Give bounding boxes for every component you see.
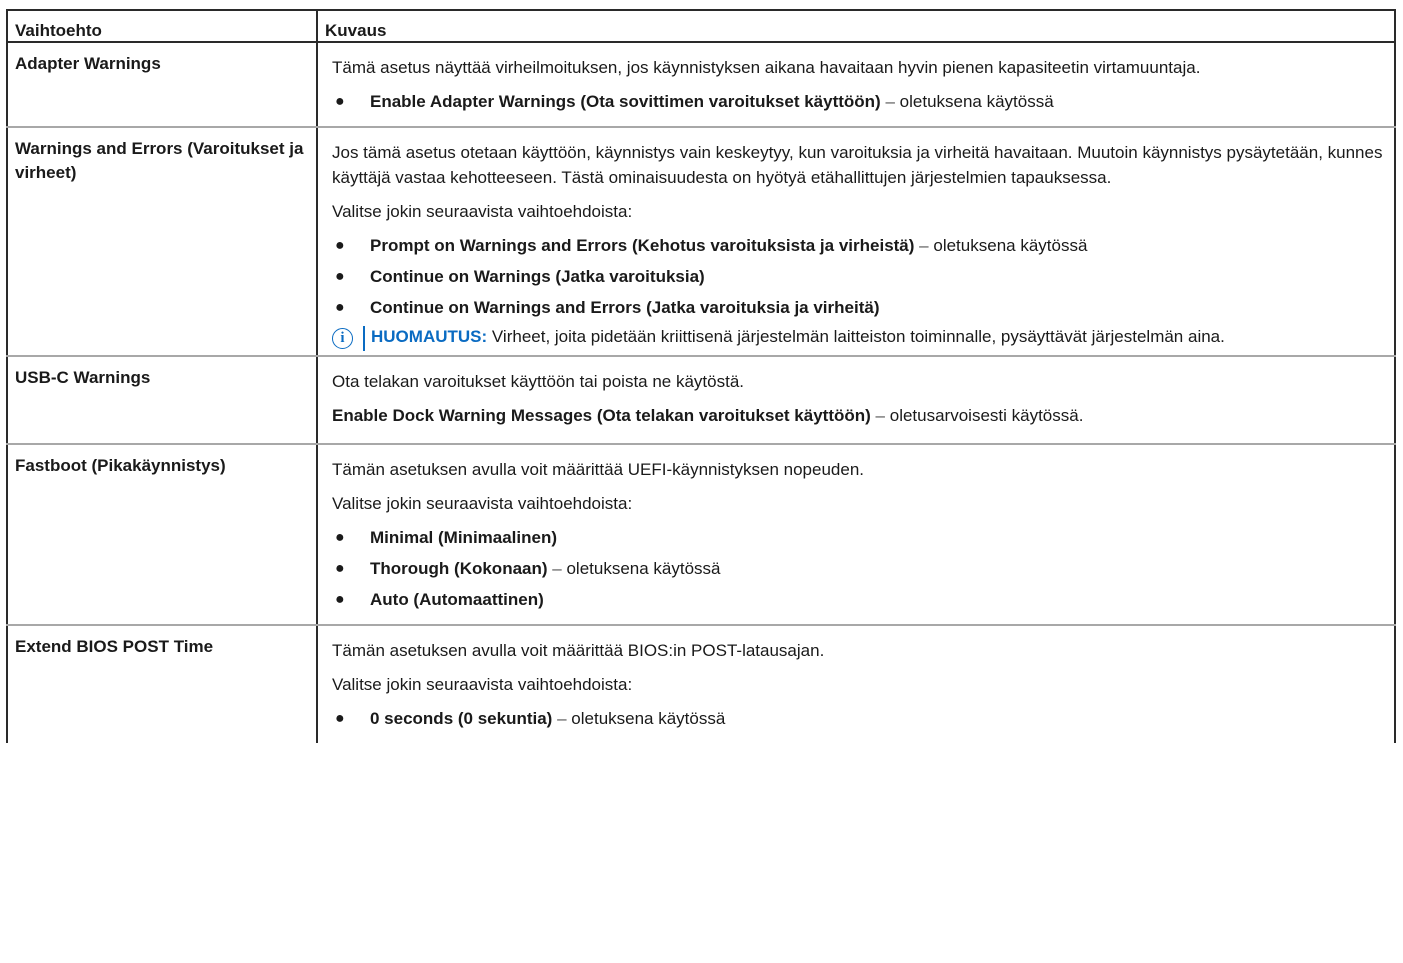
option-default: oletuksena käytössä: [571, 709, 726, 728]
description-text: Tämän asetuksen avulla voit määrittää BI…: [332, 641, 825, 660]
option-list: ● Minimal (Minimaalinen) ● Thorough (Kokon…: [332, 525, 1386, 612]
bullet-icon: ●: [335, 529, 345, 546]
list-item: ● Minimal (Minimaalinen): [332, 525, 1386, 550]
list-item: ● Prompt on Warnings and Errors (Kehotus …: [332, 233, 1386, 258]
choose-text: Valitse jokin seuraavista vaihtoehdoista…: [332, 494, 633, 513]
option-description: Tämä asetus näyttää virheilmoituksen, jo…: [316, 41, 1396, 128]
description-text: Tämä asetus näyttää virheilmoituksen, jo…: [332, 58, 1201, 77]
option-default: oletuksena käytössä: [899, 92, 1054, 111]
option-value: Continue on Warnings and Errors (Jatka v…: [370, 298, 880, 317]
option-description: Tämän asetuksen avulla voit määrittää UE…: [316, 443, 1396, 626]
table-header: Vaihtoehto Kuvaus: [6, 9, 1396, 43]
options-table: Vaihtoehto Kuvaus Adapter Warnings Tämä …: [6, 9, 1396, 743]
option-description: Tämän asetuksen avulla voit määrittää BI…: [316, 624, 1396, 743]
note-text: Virheet, joita pidetään kriittisenä järj…: [491, 327, 1225, 346]
note-divider: [363, 326, 365, 351]
option-default: oletuksena käytössä: [566, 559, 721, 578]
option-line: Enable Dock Warning Messages (Ota telaka…: [332, 406, 1084, 425]
option-value: Minimal (Minimaalinen): [370, 528, 558, 547]
note-callout: i HUOMAUTUS: Virheet, joita pidetään kri…: [332, 324, 1386, 351]
option-description: Ota telakan varoitukset käyttöön tai poi…: [316, 355, 1396, 445]
header-option: Vaihtoehto: [6, 9, 318, 43]
bullet-icon: ●: [335, 299, 345, 316]
description-text: Ota telakan varoitukset käyttöön tai poi…: [332, 372, 745, 391]
option-default: oletusarvoisesti käytössä.: [889, 406, 1084, 425]
option-value: Enable Adapter Warnings (Ota sovittimen …: [370, 92, 881, 111]
bullet-icon: ●: [335, 268, 345, 285]
list-item: ● Continue on Warnings (Jatka varoituksia…: [332, 264, 1386, 289]
option-value: Thorough (Kokonaan): [370, 559, 548, 578]
header-description: Kuvaus: [316, 9, 1396, 43]
description-text: Tämän asetuksen avulla voit määrittää UE…: [332, 460, 864, 479]
info-icon: i: [332, 328, 353, 349]
option-list: ● 0 seconds (0 sekuntia) – oletuksena käy…: [332, 706, 1386, 731]
list-item: ● Continue on Warnings and Errors (Jatka …: [332, 295, 1386, 320]
list-item: ● 0 seconds (0 sekuntia) – oletuksena käy…: [332, 706, 1386, 731]
table-row: Extend BIOS POST Time Tämän asetuksen av…: [6, 624, 1396, 743]
option-name: USB-C Warnings: [6, 355, 318, 445]
table-row: USB-C Warnings Ota telakan varoitukset k…: [6, 355, 1396, 445]
option-list: ● Prompt on Warnings and Errors (Kehotus …: [332, 233, 1386, 320]
bullet-icon: ●: [335, 710, 345, 727]
option-value: Continue on Warnings (Jatka varoituksia): [370, 267, 705, 286]
option-value: Auto (Automaattinen): [370, 590, 544, 609]
option-description: Jos tämä asetus otetaan käyttöön, käynni…: [316, 126, 1396, 357]
option-list: ● Enable Adapter Warnings (Ota sovittimen…: [332, 89, 1386, 114]
option-name: Fastboot (Pikakäynnistys): [6, 443, 318, 626]
option-name: Adapter Warnings: [6, 41, 318, 128]
table-row: Adapter Warnings Tämä asetus näyttää vir…: [6, 41, 1396, 128]
option-default: oletuksena käytössä: [933, 236, 1088, 255]
note-label: HUOMAUTUS:: [371, 327, 488, 346]
option-value: Enable Dock Warning Messages (Ota telaka…: [332, 406, 871, 425]
list-item: ● Thorough (Kokonaan) – oletuksena käytös…: [332, 556, 1386, 581]
option-value: Prompt on Warnings and Errors (Kehotus v…: [370, 236, 915, 255]
bullet-icon: ●: [335, 237, 345, 254]
choose-text: Valitse jokin seuraavista vaihtoehdoista…: [332, 202, 633, 221]
list-item: ● Auto (Automaattinen): [332, 587, 1386, 612]
table-row: Fastboot (Pikakäynnistys) Tämän asetukse…: [6, 443, 1396, 626]
option-value: 0 seconds (0 sekuntia): [370, 709, 553, 728]
list-item: ● Enable Adapter Warnings (Ota sovittimen…: [332, 89, 1386, 114]
option-name: Warnings and Errors (Varoitukset ja virh…: [6, 126, 318, 357]
bullet-icon: ●: [335, 93, 345, 110]
bullet-icon: ●: [335, 560, 345, 577]
description-text: Jos tämä asetus otetaan käyttöön, käynni…: [332, 143, 1383, 187]
option-name: Extend BIOS POST Time: [6, 624, 318, 743]
table-row: Warnings and Errors (Varoitukset ja virh…: [6, 126, 1396, 357]
bullet-icon: ●: [335, 591, 345, 608]
choose-text: Valitse jokin seuraavista vaihtoehdoista…: [332, 675, 633, 694]
